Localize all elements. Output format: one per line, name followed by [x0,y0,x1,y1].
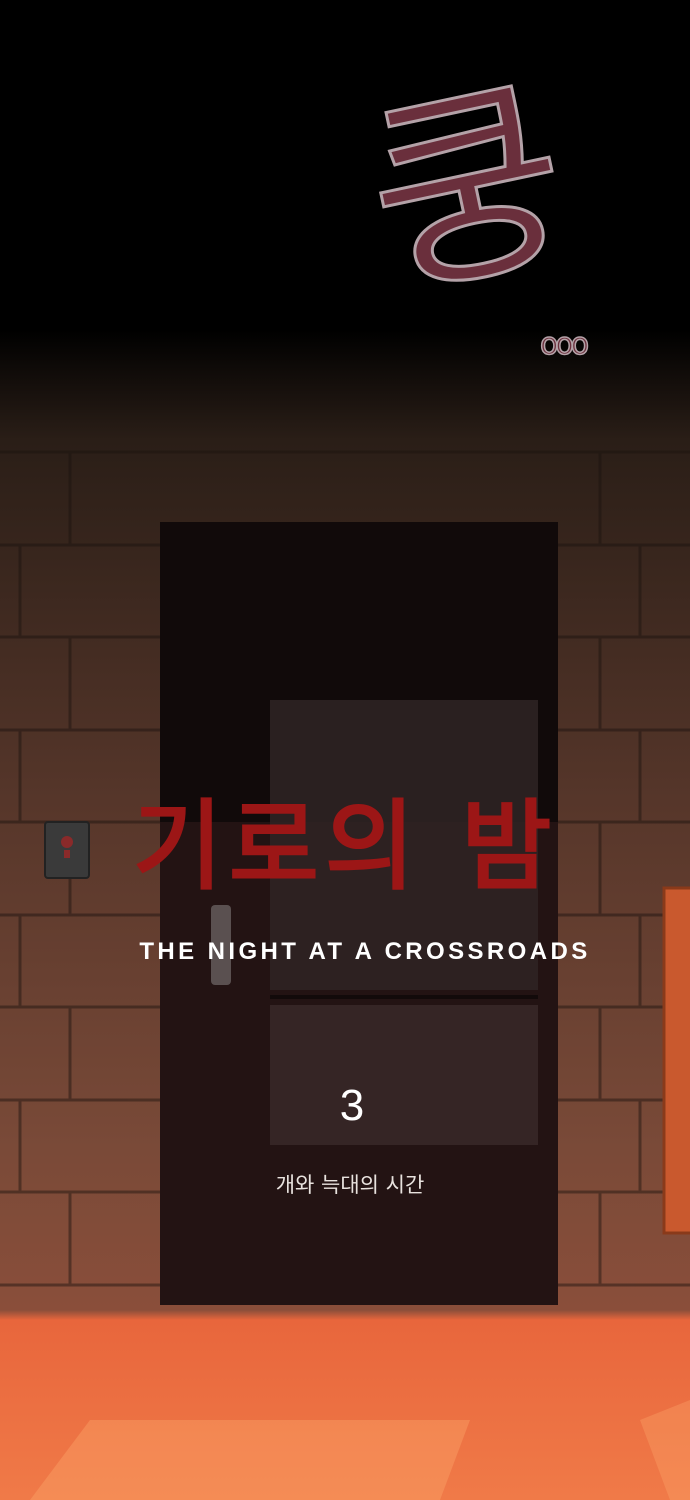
episode-subtitle: 개와 늑대의 시간 [275,1173,425,1197]
floor-light [30,1420,470,1500]
series-title-english: THE NIGHT AT A CROSSROADS [139,938,591,965]
hallway-scene [0,450,690,1500]
series-title-korean: 기로의 밤 [132,789,558,904]
episode-number: 3 [339,1081,365,1130]
comic-panel: 쿵 ooo 기로의 밤 THE NIGHT AT A CROSSROADS 3 … [0,0,690,1500]
sound-trail-dots: ooo [539,327,590,362]
floor-light-right [640,1400,690,1500]
